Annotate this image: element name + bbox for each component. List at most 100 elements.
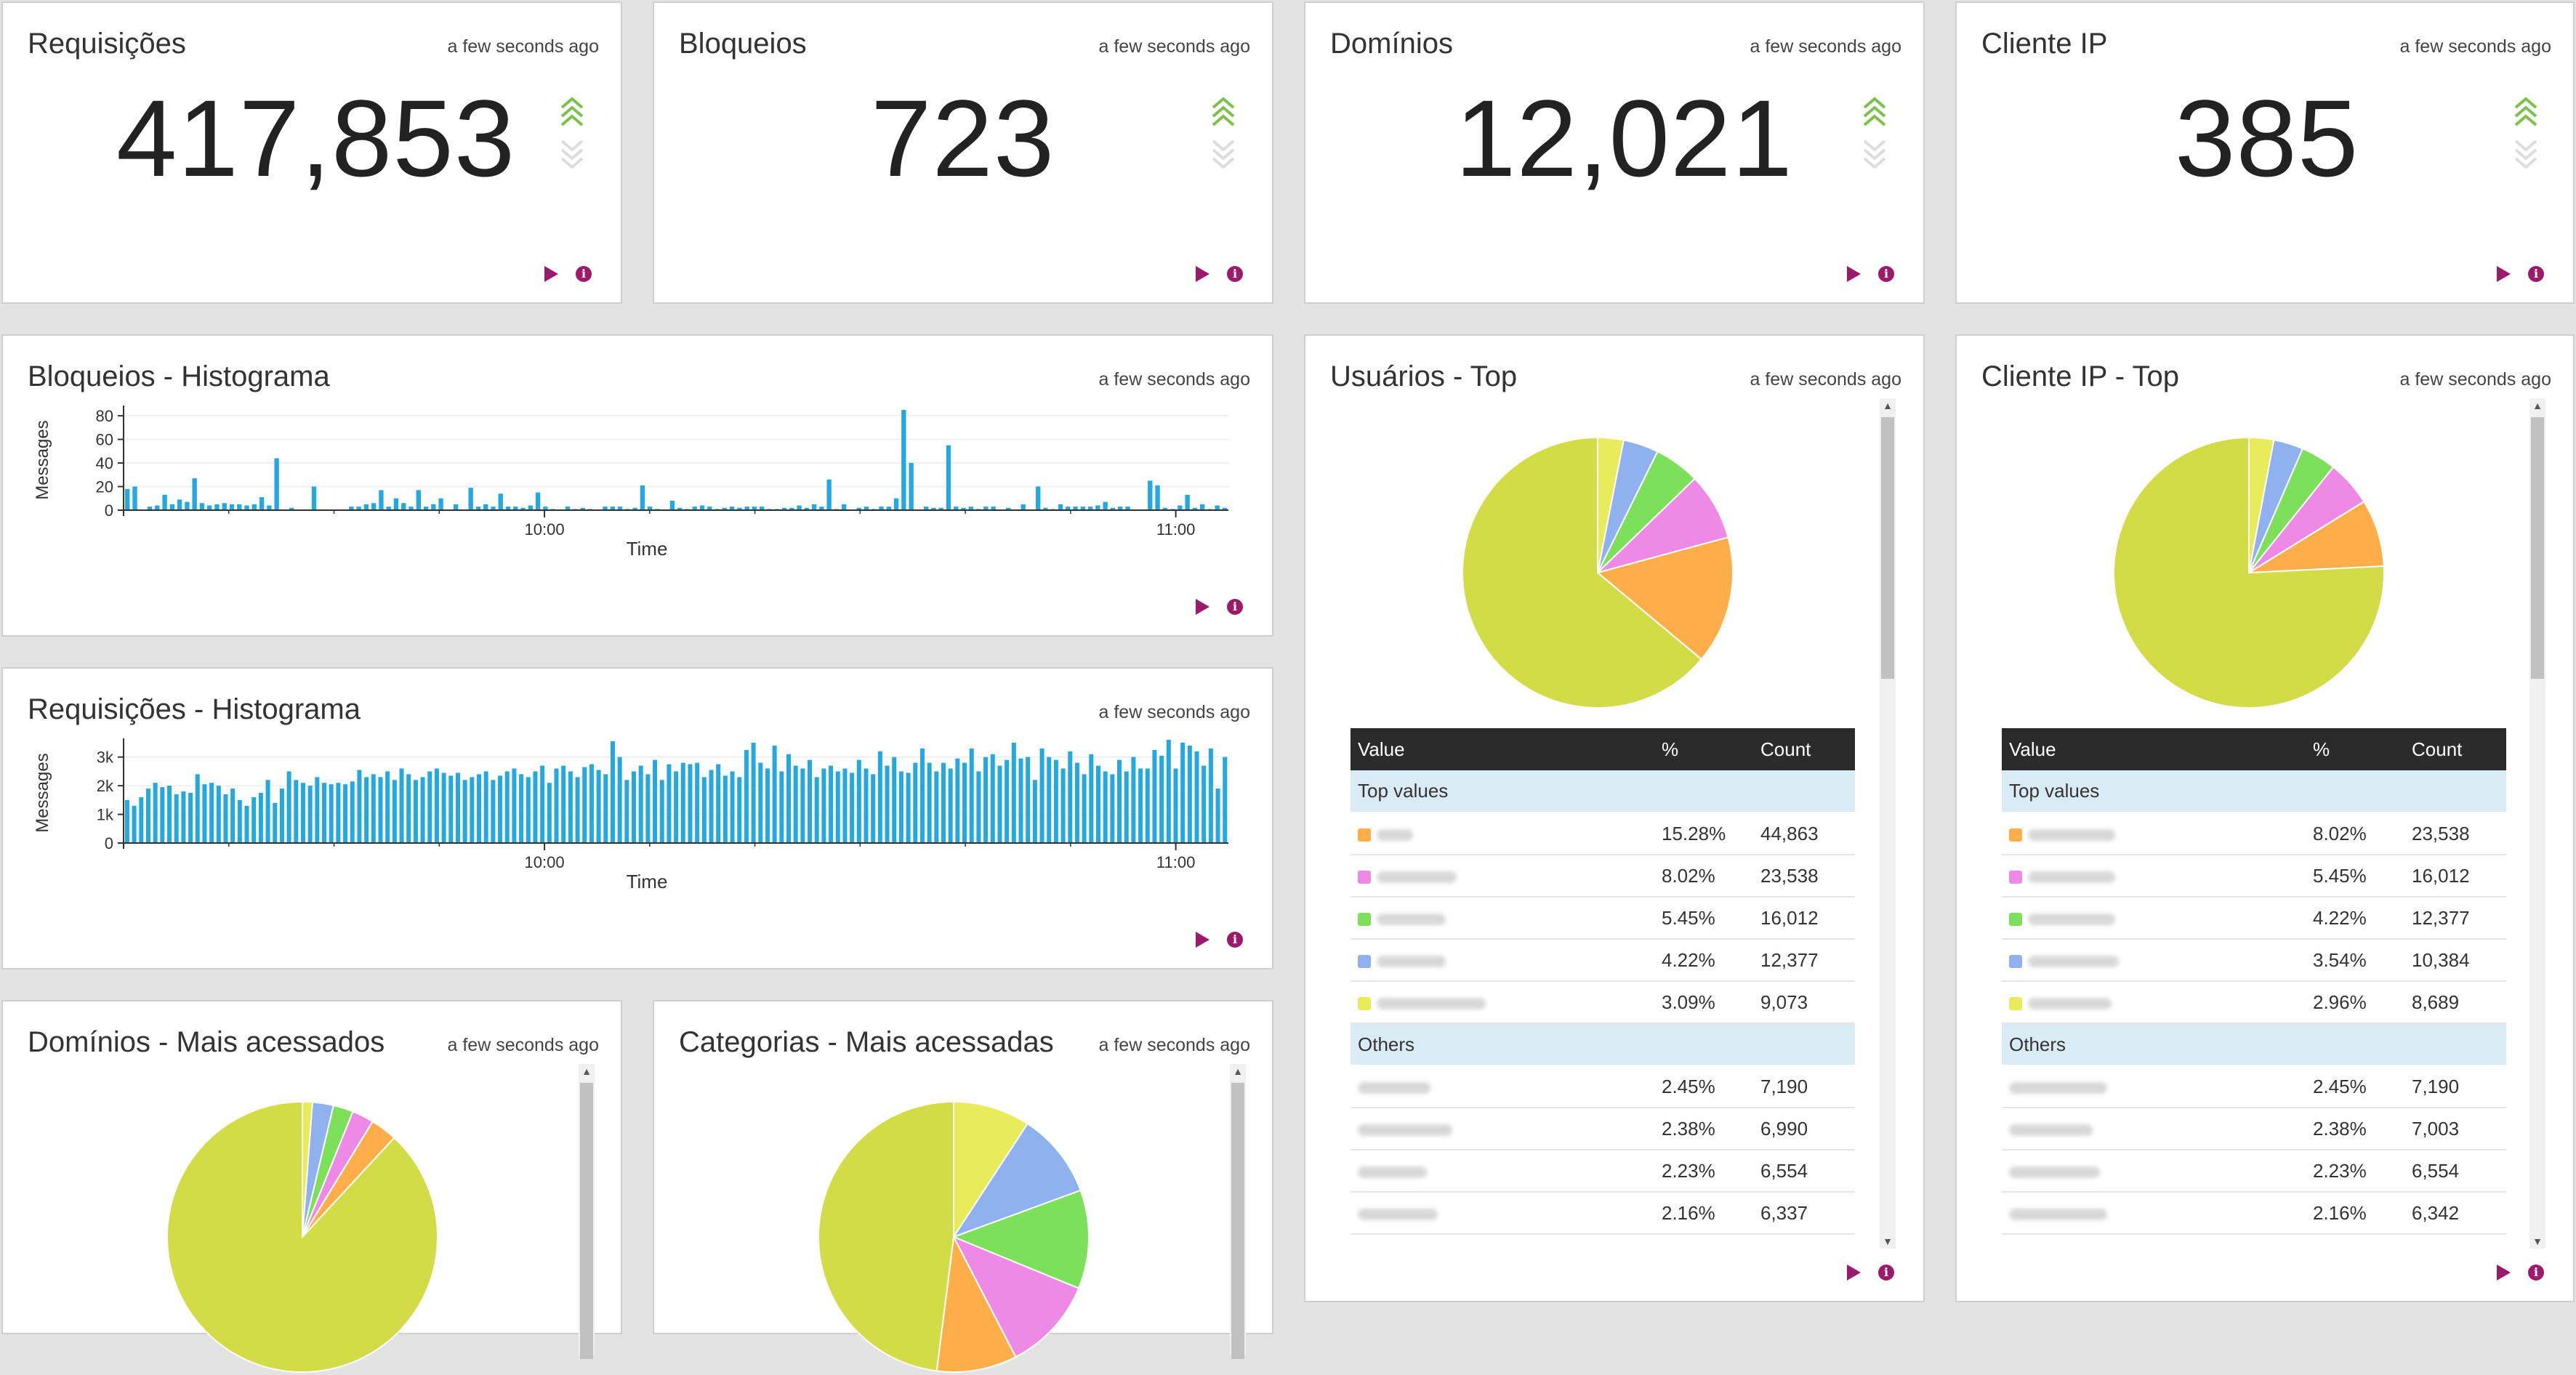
scroll-up-icon[interactable]: ▲ — [579, 1064, 595, 1078]
table-row[interactable]: 2.23% 6,554 — [1351, 1150, 1855, 1193]
scroll-down-icon[interactable]: ▼ — [2529, 1234, 2545, 1249]
table-row[interactable]: 15.28% 44,863 — [1351, 812, 1855, 855]
info-icon[interactable]: i — [576, 266, 592, 282]
y-tick-label: 3k — [97, 749, 114, 767]
scroll-up-icon[interactable]: ▲ — [1880, 398, 1896, 413]
bar — [177, 499, 182, 510]
widget-title: Categorias - Mais acessadas — [679, 1026, 1054, 1058]
table-row[interactable]: 3.09% 9,073 — [1351, 981, 1855, 1024]
play-icon[interactable] — [2497, 266, 2511, 282]
stat-value: 12,021 — [1455, 77, 1793, 199]
bar — [124, 799, 129, 843]
y-tick-label: 20 — [96, 478, 113, 496]
usuarios-values-table: Value% Count Top values 15.28% 44,863 8.02… — [1351, 728, 1855, 1235]
bar — [1032, 780, 1037, 843]
y-tick-label: 2k — [97, 777, 114, 795]
bar — [901, 410, 906, 510]
scrollbar[interactable]: ▲ — [1230, 1064, 1246, 1359]
table-row[interactable]: 2.38% 6,990 — [1351, 1108, 1855, 1150]
bar — [222, 503, 227, 510]
bar — [568, 771, 573, 843]
info-icon[interactable]: i — [1878, 1265, 1894, 1281]
table-row[interactable]: 2.23% 6,554 — [2002, 1150, 2506, 1193]
play-icon[interactable] — [1196, 932, 1209, 948]
table-row[interactable]: 2.16% 6,342 — [2002, 1192, 2506, 1235]
bar — [357, 770, 362, 843]
bar — [632, 771, 637, 843]
scroll-up-icon[interactable]: ▲ — [2529, 398, 2545, 413]
scroll-thumb[interactable] — [1881, 417, 1894, 679]
bar — [821, 768, 826, 843]
table-row[interactable]: 2.45% 7,190 — [1351, 1065, 1855, 1108]
bloqueios-histogram-chart: 0 20 40 60 80 10:00 11:00 Time Messages — [33, 406, 1228, 560]
bar — [1155, 485, 1160, 510]
play-icon[interactable] — [1847, 1265, 1861, 1281]
scroll-down-icon[interactable]: ▼ — [1880, 1234, 1896, 1249]
bar — [434, 768, 439, 843]
color-swatch — [2009, 996, 2022, 1010]
color-swatch — [1358, 912, 1371, 926]
bar — [453, 504, 459, 510]
table-row[interactable]: 2.96% 8,689 — [2002, 981, 2506, 1024]
scroll-thumb[interactable] — [2531, 417, 2544, 679]
scroll-thumb[interactable] — [1231, 1083, 1244, 1359]
trend-up-icon — [560, 97, 584, 169]
play-icon[interactable] — [544, 266, 558, 282]
table-row[interactable]: 5.45% 16,012 — [2002, 855, 2506, 898]
pct-cell: 2.23% — [2306, 1150, 2404, 1193]
table-row[interactable]: 8.02% 23,538 — [2002, 812, 2506, 855]
scrollbar[interactable]: ▲ ▼ — [1880, 398, 1896, 1249]
bar — [274, 458, 279, 510]
table-row[interactable]: 2.38% 7,003 — [2002, 1108, 2506, 1150]
pct-cell: 5.45% — [1654, 897, 1753, 940]
table-row[interactable]: 5.45% 16,012 — [1351, 897, 1855, 940]
bar — [864, 768, 869, 843]
play-icon[interactable] — [1196, 599, 1209, 615]
scrollbar[interactable]: ▲ ▼ — [2529, 398, 2545, 1249]
bar — [258, 793, 263, 843]
count-cell: 12,377 — [1753, 939, 1855, 982]
stat-widget-bloqueios: Bloqueios a few seconds ago 723 i — [653, 1, 1273, 304]
bar — [701, 777, 707, 843]
info-icon[interactable]: i — [2528, 1265, 2544, 1281]
bar — [329, 784, 334, 843]
scroll-thumb[interactable] — [580, 1083, 593, 1359]
count-cell: 6,990 — [1753, 1108, 1855, 1150]
table-row[interactable]: 8.02% 23,538 — [1351, 855, 1855, 898]
bar — [842, 504, 847, 510]
table-row[interactable]: 4.22% 12,377 — [2002, 897, 2506, 940]
table-row[interactable]: 2.16% 6,337 — [1351, 1192, 1855, 1235]
table-row[interactable]: 4.22% 12,377 — [1351, 939, 1855, 982]
scrollbar[interactable]: ▲ — [579, 1064, 595, 1359]
widget-title: Domínios — [1330, 28, 1453, 60]
bar — [811, 504, 817, 510]
count-cell: 6,554 — [2404, 1150, 2506, 1193]
bar — [483, 771, 488, 843]
bar — [181, 791, 186, 843]
bar — [251, 504, 257, 510]
table-row[interactable]: 2.45% 7,190 — [2002, 1065, 2506, 1108]
bar — [955, 758, 960, 843]
info-icon[interactable]: i — [1878, 266, 1894, 282]
cliente-ip-values-table: Value% Count Top values 8.02% 23,538 5.45%… — [2002, 728, 2506, 1235]
scroll-up-icon[interactable]: ▲ — [1230, 1064, 1246, 1078]
bar — [237, 504, 242, 510]
bar — [162, 494, 167, 510]
bar — [322, 783, 327, 843]
color-swatch — [2009, 870, 2022, 884]
widget-title: Cliente IP — [1981, 28, 2108, 60]
play-icon[interactable] — [1196, 266, 1209, 282]
info-icon[interactable]: i — [1227, 599, 1243, 615]
info-icon[interactable]: i — [2528, 266, 2544, 282]
bar — [976, 771, 981, 843]
play-icon[interactable] — [1847, 266, 1861, 282]
info-icon[interactable]: i — [1227, 266, 1243, 282]
widget-timestamp: a few seconds ago — [1098, 36, 1250, 57]
bar — [132, 805, 137, 843]
widget-title: Usuários - Top — [1330, 360, 1518, 392]
table-row[interactable]: 3.54% 10,384 — [2002, 939, 2506, 982]
bar — [427, 771, 432, 843]
info-icon[interactable]: i — [1227, 932, 1243, 948]
play-icon[interactable] — [2497, 1265, 2511, 1281]
pie-slice — [166, 1100, 438, 1373]
